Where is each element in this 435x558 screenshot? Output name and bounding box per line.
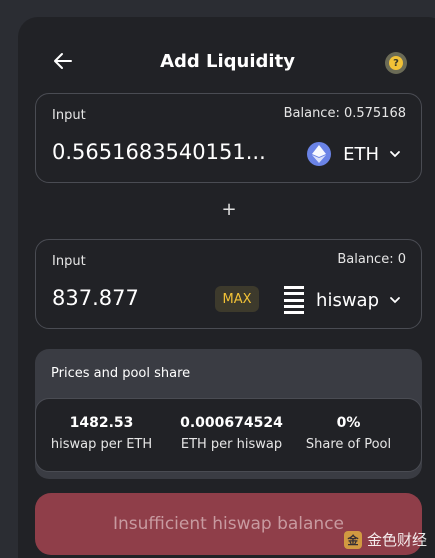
page: Add Liquidity ? Input Balance: 0.575168 …	[0, 0, 435, 558]
input-panel-hiswap: Input Balance: 0 837.877 MAX hiswap	[35, 239, 422, 329]
input-label: Input	[52, 254, 86, 269]
pool-share-title: Prices and pool share	[51, 366, 191, 381]
input-label: Input	[52, 108, 86, 123]
watermark: 金 金色财经	[343, 529, 427, 550]
max-button[interactable]: MAX	[215, 286, 259, 312]
pool-share-section: Prices and pool share 1482.53 hiswap per…	[35, 349, 422, 479]
stat-label: hiswap per ETH	[50, 437, 153, 452]
question-icon: ?	[389, 56, 403, 70]
stat-price-b: 0.000674524 ETH per hiswap	[169, 415, 294, 452]
input-panel-eth: Input Balance: 0.575168 0.5651683540151.…	[35, 93, 422, 183]
stat-value: 1482.53	[69, 415, 134, 431]
token-select-eth[interactable]: ETH	[307, 140, 401, 168]
token-name: hiswap	[316, 289, 379, 311]
watermark-text: 金色财经	[366, 531, 427, 549]
amount-input[interactable]: 837.877	[52, 286, 202, 316]
ethereum-icon	[307, 142, 332, 166]
hiswap-icon	[284, 286, 305, 314]
balance-text: Balance: 0.575168	[283, 106, 406, 121]
pool-stats: 1482.53 hiswap per ETH 0.000674524 ETH p…	[35, 398, 422, 472]
amount-input[interactable]: 0.5651683540151...	[52, 140, 287, 170]
watermark-logo-icon: 金	[343, 530, 362, 549]
stat-value: 0.000674524	[180, 415, 283, 431]
token-name: ETH	[343, 143, 379, 165]
chevron-down-icon	[390, 297, 400, 304]
stat-price-a: 1482.53 hiswap per ETH	[39, 415, 164, 452]
stat-value: 0%	[336, 415, 361, 431]
token-select-hiswap[interactable]: hiswap	[284, 286, 401, 314]
help-button[interactable]: ?	[385, 52, 407, 74]
stat-label: ETH per hiswap	[180, 437, 283, 452]
chevron-down-icon	[390, 151, 400, 158]
plus-icon: +	[221, 199, 237, 220]
stat-pool-share: 0% Share of Pool	[286, 415, 411, 452]
balance-text: Balance: 0	[337, 252, 406, 267]
stat-label: Share of Pool	[305, 437, 392, 452]
page-title: Add Liquidity	[160, 51, 295, 72]
